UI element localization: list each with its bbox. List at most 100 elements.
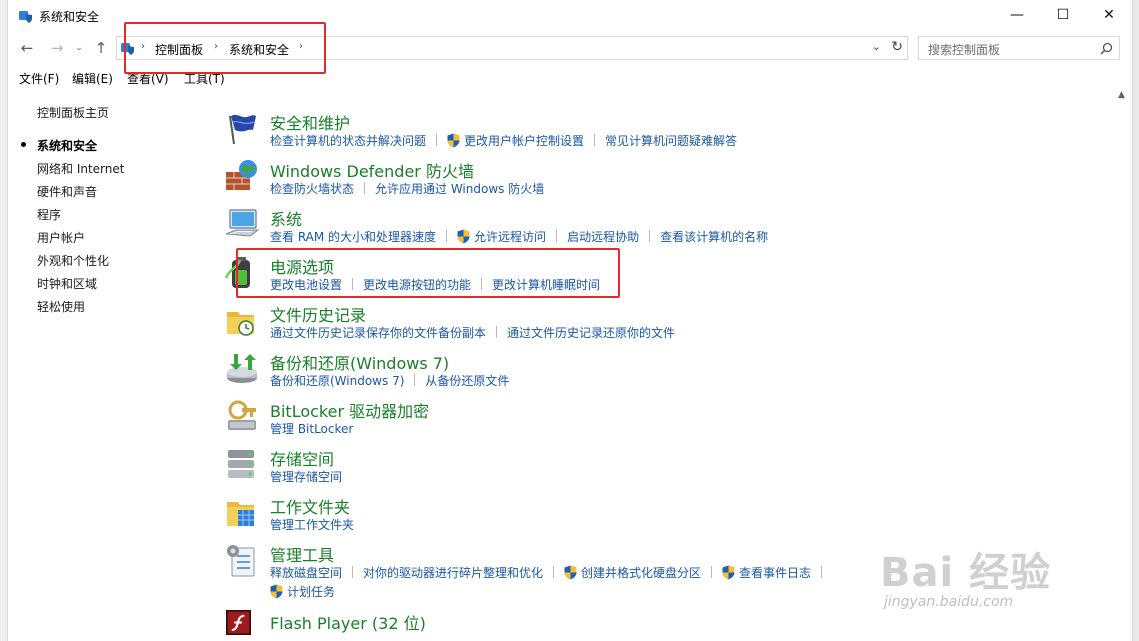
link-manage-storage[interactable]: 管理存储空间 [270,468,342,485]
category-title[interactable]: Flash Player (32 位) [270,610,426,634]
back-arrow-icon: ← [20,39,34,57]
uac-shield-icon [722,565,735,579]
link-defragment[interactable]: 对你的驱动器进行碎片整理和优化 [363,564,543,581]
breadcrumb-chevron-icon[interactable]: › [299,41,303,52]
breadcrumb-system-security[interactable]: 系统和安全 [229,41,289,58]
current-page-bullet [21,142,26,147]
uac-shield-icon [270,584,283,598]
breadcrumb-control-panel[interactable]: 控制面板 [155,41,203,58]
control-panel-shield-icon [121,43,134,55]
category-title[interactable]: 存储空间 [270,446,334,470]
sidebar-item-control-panel-home[interactable]: 控制面板主页 [37,104,109,121]
link-manage-work-folders[interactable]: 管理工作文件夹 [270,516,354,533]
category-title[interactable]: 备份和还原(Windows 7) [270,350,449,374]
menu-view[interactable]: 查看(V) [127,70,169,87]
link-save-backup[interactable]: 通过文件历史记录保存你的文件备份副本 [270,324,486,341]
link-divider [496,326,498,338]
scroll-up-arrow-icon[interactable]: ▲ [1118,90,1125,100]
search-placeholder: 搜索控制面板 [928,43,1001,57]
link-label: 创建并格式化硬盘分区 [581,565,702,580]
link-label: 查看事件日志 [739,565,812,580]
sidebar-item-ease-of-access[interactable]: 轻松使用 [37,298,85,315]
link-sleep-time[interactable]: 更改计算机睡眠时间 [492,276,600,293]
vertical-scrollbar[interactable]: ▲ [1115,90,1132,641]
address-dropdown-icon[interactable]: ⌄ [872,40,881,53]
search-icon[interactable] [1100,42,1113,55]
breadcrumb-chevron-icon[interactable]: › [141,41,145,52]
sidebar-item-network-internet[interactable]: 网络和 Internet [37,160,124,177]
link-scheduled-tasks[interactable]: 计划任务 [270,583,335,600]
link-view-ram[interactable]: 查看 RAM 的大小和处理器速度 [270,228,436,245]
refresh-icon[interactable]: ↻ [891,39,903,55]
sidebar-item-programs[interactable]: 程序 [37,206,61,223]
background-window-edge [0,0,7,641]
link-remote-assistance[interactable]: 启动远程协助 [567,228,639,245]
sidebar-item-hardware-sound[interactable]: 硬件和声音 [37,183,97,200]
link-restore-files[interactable]: 通过文件历史记录还原你的文件 [507,324,675,341]
link-divider [594,134,596,146]
minimize-button[interactable]: — [994,0,1040,30]
minimize-icon: — [1010,7,1024,23]
link-battery-settings[interactable]: 更改电池设置 [270,276,342,293]
category-links: 管理存储空间 [270,468,342,484]
link-label: 更改用户帐户控制设置 [464,133,585,148]
category-title[interactable]: 文件历史记录 [270,302,366,326]
sidebar-item-user-accounts[interactable]: 用户帐户 [37,229,85,246]
link-disk-cleanup[interactable]: 释放磁盘空间 [270,564,342,581]
category-links: 管理工作文件夹 [270,516,354,532]
forward-arrow-icon: → [50,39,64,57]
computer-icon [225,209,260,237]
category-title[interactable]: 管理工具 [270,542,334,566]
category-title[interactable]: 系统 [270,206,302,230]
link-uac-settings[interactable]: 更改用户帐户控制设置 [447,132,584,149]
link-allow-app[interactable]: 允许应用通过 Windows 防火墙 [375,180,544,197]
maximize-button[interactable]: ☐ [1040,0,1086,30]
link-divider [352,278,354,290]
sidebar-item-system-security[interactable]: 系统和安全 [37,137,97,154]
storage-icon [228,450,254,478]
control-panel-shield-icon [19,11,32,23]
link-restore-from-backup[interactable]: 从备份还原文件 [425,372,509,389]
link-computer-name[interactable]: 查看该计算机的名称 [660,228,768,245]
link-backup-restore-win7[interactable]: 备份和还原(Windows 7) [270,372,404,389]
category-list: 安全和维护 检查计算机的状态并解决问题 更改用户帐户控制设置 常见计算机问题疑难… [222,100,1102,641]
link-remote-access[interactable]: 允许远程访问 [457,228,546,245]
work-folders-icon [227,502,254,526]
category-links: 通过文件历史记录保存你的文件备份副本 通过文件历史记录还原你的文件 [270,324,675,340]
back-button[interactable]: ← [18,38,36,58]
category-title[interactable]: BitLocker 驱动器加密 [270,398,429,422]
address-bar[interactable]: › 控制面板 › 系统和安全 › ⌄ ↻ [116,36,908,60]
link-power-button[interactable]: 更改电源按钮的功能 [363,276,471,293]
link-divider [711,566,713,578]
forward-button[interactable]: → [48,38,66,58]
category-title[interactable]: 电源选项 [270,254,334,278]
breadcrumb-chevron-icon[interactable]: › [214,41,218,52]
navigation-bar: ← → ⌄ ↑ › 控制面板 › 系统和安全 › ⌄ ↻ 搜索控制面板 [8,34,1132,62]
category-title[interactable]: 工作文件夹 [270,494,350,518]
category-links: 更改电池设置 更改电源按钮的功能 更改计算机睡眠时间 [270,276,600,292]
link-check-status[interactable]: 检查计算机的状态并解决问题 [270,132,426,149]
sidebar-item-clock-region[interactable]: 时钟和区域 [37,275,97,292]
link-divider [556,230,558,242]
category-title[interactable]: Windows Defender 防火墙 [270,158,474,182]
link-format-partitions[interactable]: 创建并格式化硬盘分区 [564,564,701,581]
link-event-logs[interactable]: 查看事件日志 [722,564,811,581]
menu-tools[interactable]: 工具(T) [184,70,225,87]
link-label: 允许远程访问 [474,229,547,244]
close-button[interactable]: ✕ [1086,0,1132,30]
menu-file[interactable]: 文件(F) [19,70,59,87]
search-input[interactable]: 搜索控制面板 [918,36,1120,60]
up-button[interactable]: ↑ [92,38,110,58]
link-divider [446,230,448,242]
link-check-firewall[interactable]: 检查防火墙状态 [270,180,354,197]
menu-edit[interactable]: 编辑(E) [72,70,113,87]
sidebar-item-appearance[interactable]: 外观和个性化 [37,252,109,269]
category-links: 查看 RAM 的大小和处理器速度 允许远程访问 启动远程协助 查看该计算机的名称 [270,228,768,244]
link-troubleshoot[interactable]: 常见计算机问题疑难解答 [605,132,737,149]
category-links: 释放磁盘空间 对你的驱动器进行碎片整理和优化 创建并格式化硬盘分区 查看事件日志 [270,564,832,580]
maximize-icon: ☐ [1056,7,1070,23]
bitlocker-icon [228,400,256,430]
recent-locations-button[interactable]: ⌄ [70,38,88,58]
link-manage-bitlocker[interactable]: 管理 BitLocker [270,420,353,437]
category-title[interactable]: 安全和维护 [270,110,350,134]
